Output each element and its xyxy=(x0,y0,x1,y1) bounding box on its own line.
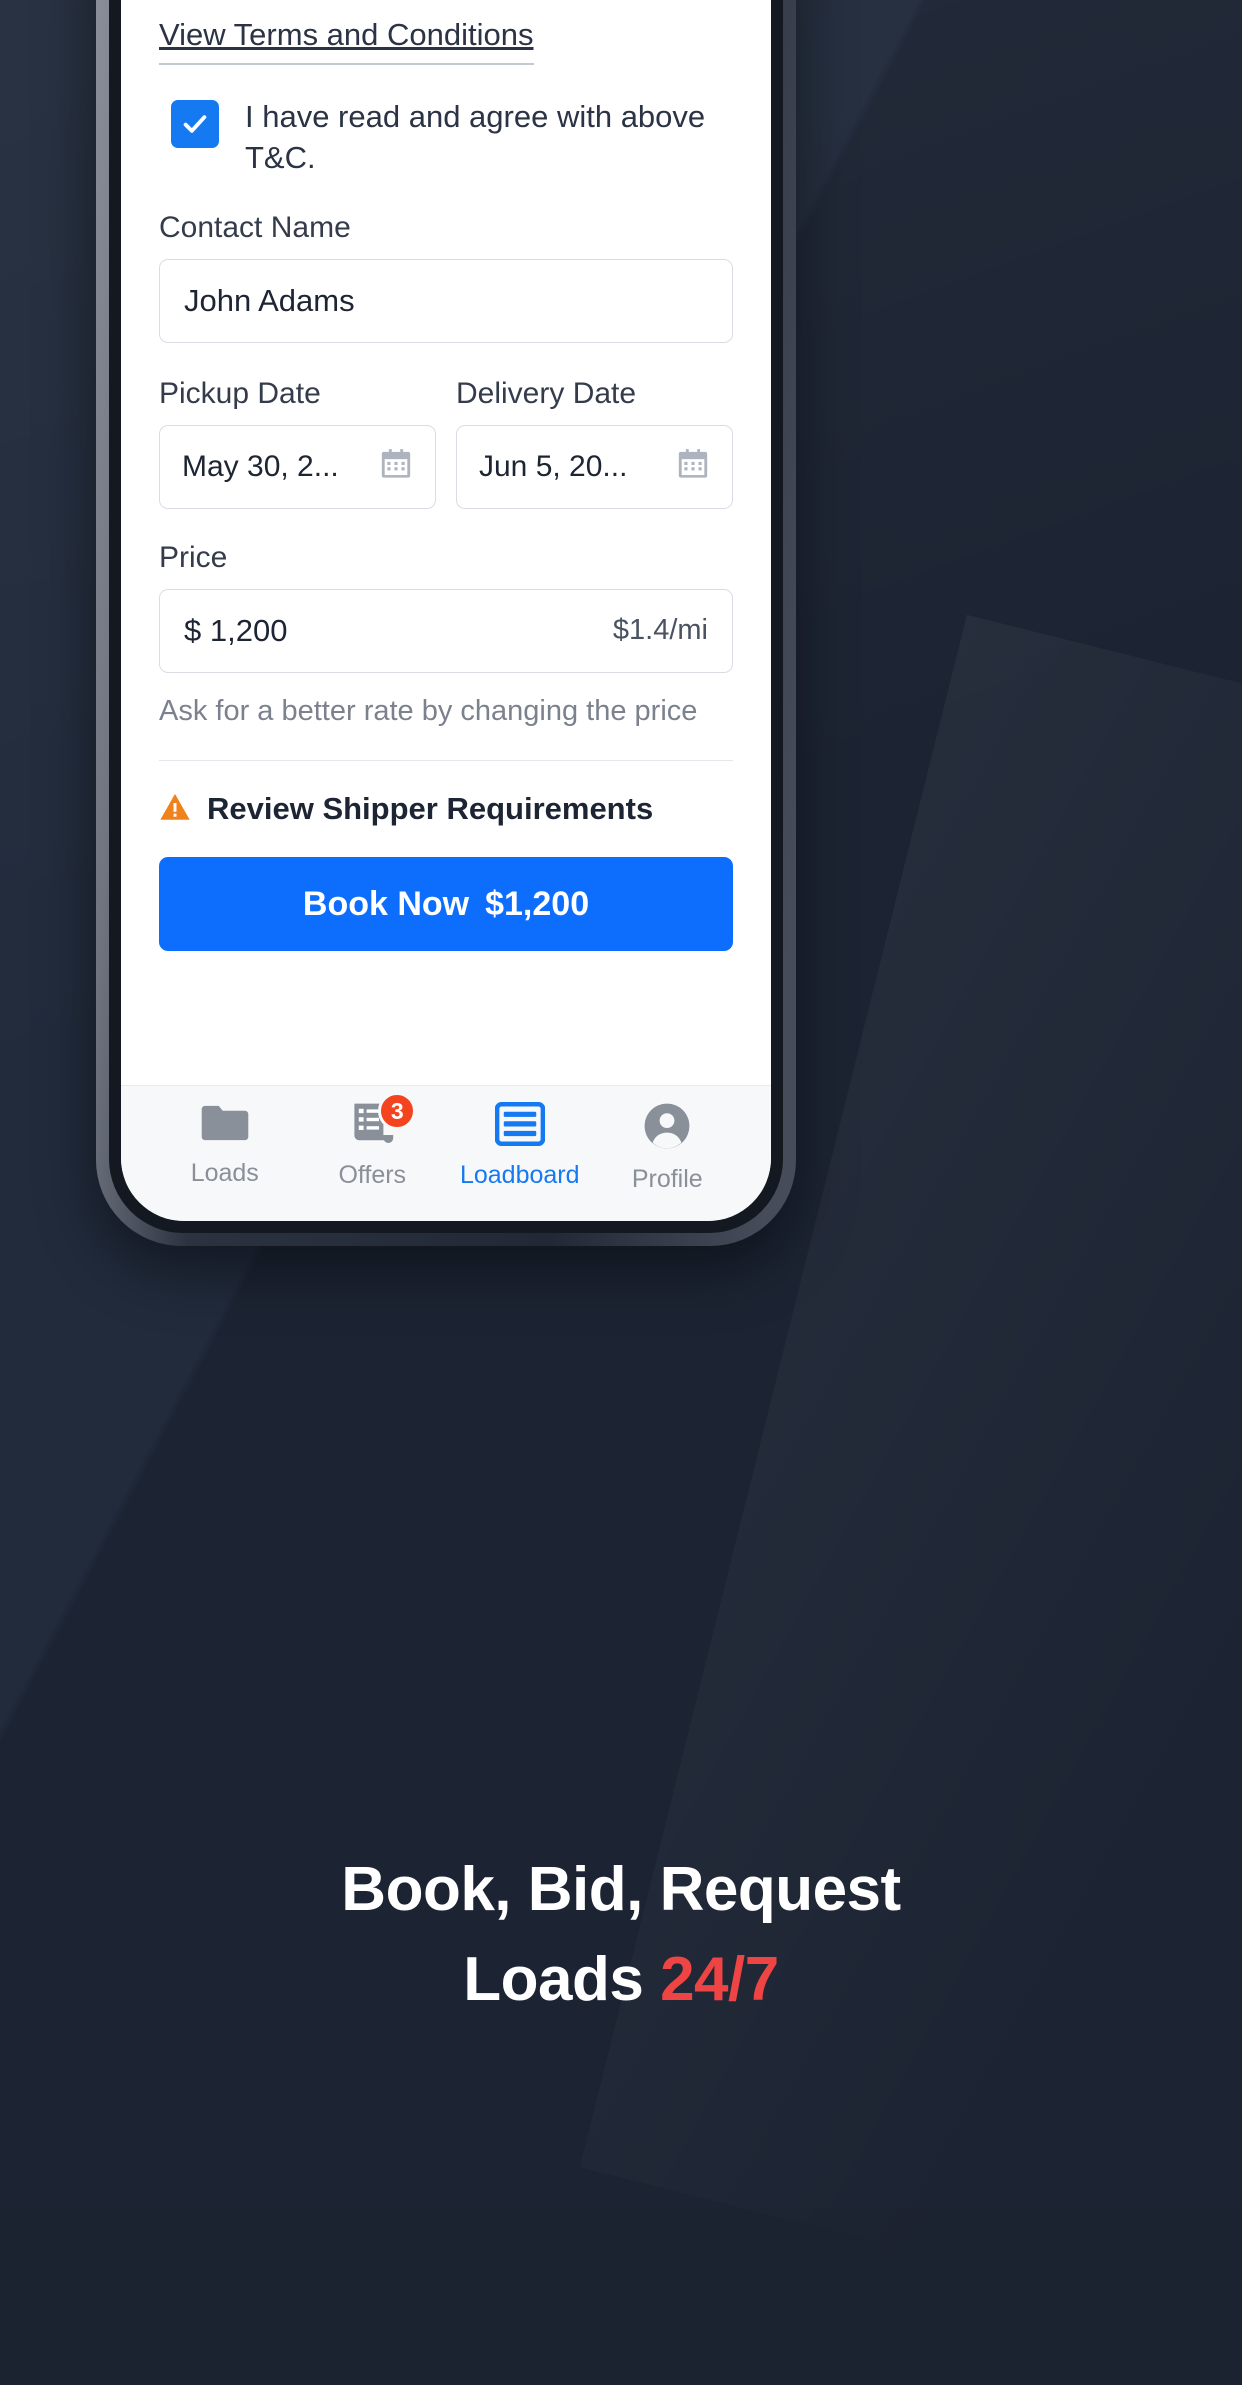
view-terms-link[interactable]: View Terms and Conditions xyxy=(159,17,534,65)
nav-label-loads: Loads xyxy=(190,1159,259,1187)
price-amount-value: $ 1,200 xyxy=(184,612,288,648)
section-divider xyxy=(159,759,733,762)
nav-item-loadboard[interactable]: Loadboard xyxy=(446,1101,594,1190)
book-now-button[interactable]: Book Now $1,200 xyxy=(159,857,733,952)
price-field: Price $ 1,200 $1.4/mi Ask for a better r… xyxy=(159,541,733,728)
book-now-amount: $1,200 xyxy=(485,884,590,923)
bottom-navigation: Loads 3 Offers Loadboard Profile xyxy=(121,1085,771,1221)
pickup-date-value: May 30, 2... xyxy=(182,449,339,483)
request-form: Request 32 View Terms and Conditions xyxy=(121,0,771,1085)
pickup-date-input[interactable]: May 30, 2... xyxy=(159,424,436,509)
phone-screen: Request 32 View Terms and Conditions xyxy=(121,0,771,1221)
caption-line-2: Loads 24/7 xyxy=(0,1935,1242,2025)
nav-label-loadboard: Loadboard xyxy=(459,1161,580,1189)
delivery-date-input[interactable]: Jun 5, 20... xyxy=(456,424,733,509)
pickup-date-label: Pickup Date xyxy=(159,376,321,410)
document-list-icon: 3 xyxy=(348,1092,417,1151)
check-icon xyxy=(183,115,207,133)
phone-frame: Request 32 View Terms and Conditions xyxy=(96,0,796,1246)
caption-line-1: Book, Bid, Request xyxy=(341,1855,901,1924)
loadboard-lines-icon xyxy=(494,1101,545,1151)
delivery-date-field: Delivery Date Jun 5, 20... xyxy=(456,377,733,509)
price-label: Price xyxy=(159,540,228,574)
contact-name-input[interactable]: John Adams xyxy=(159,258,733,343)
caption-line-2-accent: 24/7 xyxy=(660,1944,779,2014)
contact-name-field: Contact Name John Adams xyxy=(159,211,733,343)
date-fields-row: Pickup Date May 30, 2... Delivery Date J… xyxy=(159,377,733,509)
person-circle-icon xyxy=(643,1102,691,1155)
calendar-icon[interactable] xyxy=(379,447,413,486)
nav-item-profile[interactable]: Profile xyxy=(594,1102,742,1194)
nav-item-loads[interactable]: Loads xyxy=(151,1102,299,1188)
review-shipper-requirements[interactable]: Review Shipper Requirements xyxy=(159,791,733,827)
delivery-date-label: Delivery Date xyxy=(456,376,637,410)
price-per-mile: $1.4/mi xyxy=(612,614,708,647)
pickup-date-field: Pickup Date May 30, 2... xyxy=(159,377,436,509)
phone-bezel: Request 32 View Terms and Conditions xyxy=(109,0,783,1233)
nav-label-profile: Profile xyxy=(631,1165,703,1193)
marketing-caption: Book, Bid, Request Loads 24/7 xyxy=(0,1845,1242,2025)
contact-name-value: John Adams xyxy=(184,282,355,318)
price-hint-text: Ask for a better rate by changing the pr… xyxy=(159,694,698,727)
nav-label-offers: Offers xyxy=(338,1161,407,1189)
agree-terms-row[interactable]: I have read and agree with above T&C. xyxy=(159,97,733,179)
review-shipper-requirements-label: Review Shipper Requirements xyxy=(207,791,654,827)
book-now-label: Book Now xyxy=(302,884,470,923)
price-input[interactable]: $ 1,200 $1.4/mi xyxy=(159,588,733,673)
nav-item-offers[interactable]: 3 Offers xyxy=(299,1092,447,1190)
offers-badge: 3 xyxy=(378,1092,417,1130)
folder-icon xyxy=(200,1102,250,1149)
warning-triangle-icon xyxy=(159,792,191,827)
delivery-date-value: Jun 5, 20... xyxy=(479,449,628,483)
contact-name-label: Contact Name xyxy=(159,210,351,244)
agree-terms-label: I have read and agree with above T&C. xyxy=(245,99,706,175)
caption-line-2-prefix: Loads xyxy=(463,1944,661,2014)
agree-terms-checkbox[interactable] xyxy=(171,100,219,148)
calendar-icon[interactable] xyxy=(676,447,710,486)
